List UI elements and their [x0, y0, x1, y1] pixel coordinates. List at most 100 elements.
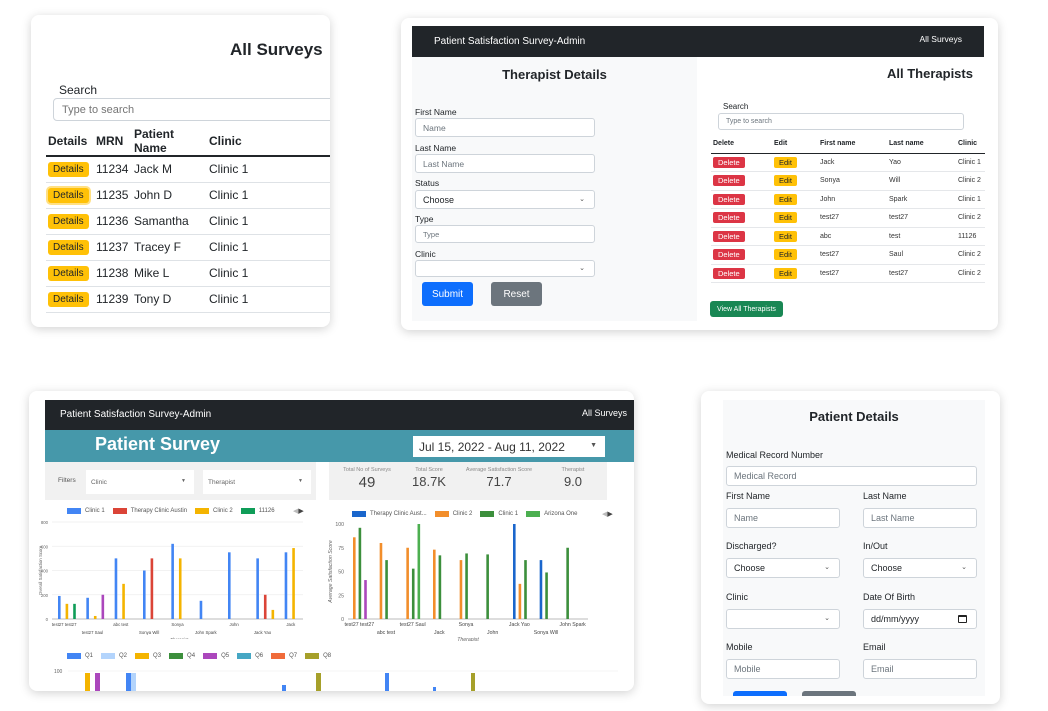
pager-next-icon[interactable]: ▶: [298, 508, 303, 515]
bar[interactable]: [58, 595, 61, 619]
bar[interactable]: [86, 597, 89, 619]
bar[interactable]: [171, 543, 174, 619]
details-button[interactable]: Details: [48, 240, 89, 255]
submit-button[interactable]: Submit: [422, 282, 473, 306]
edit-button[interactable]: Edit: [774, 230, 797, 242]
calendar-icon[interactable]: [958, 615, 967, 623]
bar[interactable]: [417, 524, 421, 619]
bar[interactable]: [228, 552, 231, 619]
bar[interactable]: [385, 673, 389, 691]
legend-item[interactable]: Clinic 2: [195, 508, 233, 514]
edit-button[interactable]: Edit: [774, 175, 797, 187]
discharged-select[interactable]: Choose ⌄: [726, 558, 840, 578]
legend-item[interactable]: Therapy Clinic Austin: [112, 508, 187, 514]
clinic-filter[interactable]: Clinic ▼: [86, 470, 194, 494]
bar[interactable]: [85, 673, 90, 691]
bar[interactable]: [524, 560, 527, 619]
bar[interactable]: [459, 560, 463, 619]
reset-button[interactable]: [802, 691, 856, 696]
column-header[interactable]: Clinic: [956, 135, 985, 154]
delete-button[interactable]: Delete: [713, 249, 745, 261]
column-header[interactable]: MRN: [94, 127, 132, 157]
first-name-input[interactable]: Name: [415, 118, 595, 137]
bar[interactable]: [465, 553, 468, 619]
column-header[interactable]: Edit: [772, 135, 818, 154]
bar[interactable]: [545, 572, 548, 619]
view-all-therapists-button[interactable]: View All Therapists: [710, 301, 783, 317]
bar[interactable]: [438, 555, 442, 619]
legend-item[interactable]: Clinic 1: [67, 508, 105, 514]
bar[interactable]: [316, 673, 321, 691]
bar[interactable]: [471, 673, 475, 691]
details-button[interactable]: Details: [48, 266, 89, 281]
bar[interactable]: [143, 570, 146, 620]
legend-item[interactable]: Arizona One: [526, 511, 577, 517]
therapist-search-input[interactable]: Type to search: [718, 113, 964, 130]
bar[interactable]: [411, 568, 415, 619]
bar[interactable]: [379, 543, 383, 619]
bar[interactable]: [150, 558, 154, 619]
edit-button[interactable]: Edit: [774, 156, 797, 168]
bar[interactable]: [263, 594, 267, 619]
delete-button[interactable]: Delete: [713, 230, 745, 242]
bar[interactable]: [73, 603, 76, 619]
inout-select[interactable]: Choose ⌄: [863, 558, 977, 578]
nav-link-all-surveys[interactable]: All Surveys: [582, 408, 627, 418]
bar[interactable]: [539, 560, 543, 619]
details-button[interactable]: Details: [48, 162, 89, 178]
legend-item[interactable]: Clinic 1: [480, 511, 518, 517]
legend-item[interactable]: 11126: [240, 508, 275, 514]
reset-button[interactable]: Reset: [491, 282, 542, 306]
bar[interactable]: [486, 554, 489, 619]
bar[interactable]: [178, 558, 182, 619]
nav-brand[interactable]: Patient Satisfaction Survey-Admin: [60, 409, 211, 420]
status-select[interactable]: Choose ⌄: [415, 190, 595, 209]
first-name-input[interactable]: Name: [726, 508, 840, 528]
dob-input[interactable]: dd/mm/yyyy: [863, 609, 977, 629]
bar[interactable]: [256, 558, 259, 619]
last-name-input[interactable]: Last Name: [415, 154, 595, 173]
column-header[interactable]: Delete: [711, 135, 772, 154]
bar[interactable]: [65, 603, 69, 619]
column-header[interactable]: First name: [818, 135, 887, 154]
column-header[interactable]: Patient Name: [132, 127, 207, 157]
column-header[interactable]: Last name: [887, 135, 956, 154]
bar[interactable]: [513, 524, 516, 619]
bar[interactable]: [282, 685, 286, 691]
column-header[interactable]: Clinic: [207, 127, 330, 157]
nav-link-all-surveys[interactable]: All Surveys: [919, 34, 962, 44]
legend-pager[interactable]: ◀▶: [293, 507, 304, 515]
edit-button[interactable]: Edit: [774, 212, 797, 224]
bar[interactable]: [406, 547, 409, 619]
bar[interactable]: [566, 547, 569, 619]
submit-button[interactable]: [733, 691, 787, 696]
bar[interactable]: [199, 600, 203, 619]
details-button[interactable]: Details: [48, 214, 89, 229]
delete-button[interactable]: Delete: [713, 156, 745, 168]
bar[interactable]: [126, 673, 131, 691]
details-button[interactable]: Details: [48, 292, 89, 307]
nav-brand[interactable]: Patient Satisfaction Survey-Admin: [434, 36, 585, 47]
edit-button[interactable]: Edit: [774, 193, 797, 205]
bar[interactable]: [292, 548, 295, 619]
email-input[interactable]: Email: [863, 659, 977, 679]
clinic-select[interactable]: ⌄: [415, 260, 595, 277]
legend-pager[interactable]: ◀▶: [602, 510, 613, 518]
type-input[interactable]: Type: [415, 225, 595, 243]
bar[interactable]: [131, 673, 136, 691]
delete-button[interactable]: Delete: [713, 212, 745, 224]
bar[interactable]: [385, 560, 388, 619]
therapist-filter[interactable]: Therapist ▼: [203, 470, 311, 494]
pager-next-icon[interactable]: ▶: [607, 511, 612, 518]
delete-button[interactable]: Delete: [713, 267, 745, 279]
bar[interactable]: [433, 549, 436, 619]
bar[interactable]: [122, 583, 125, 619]
bar[interactable]: [353, 537, 356, 619]
date-range-picker[interactable]: Jul 15, 2022 - Aug 11, 2022 ▼: [413, 436, 605, 457]
clinic-select[interactable]: ⌄: [726, 609, 840, 629]
bar[interactable]: [284, 552, 288, 619]
edit-button[interactable]: Edit: [774, 267, 797, 279]
bar[interactable]: [364, 580, 367, 619]
legend-item[interactable]: Clinic 2: [434, 511, 472, 517]
search-input[interactable]: [53, 98, 330, 121]
